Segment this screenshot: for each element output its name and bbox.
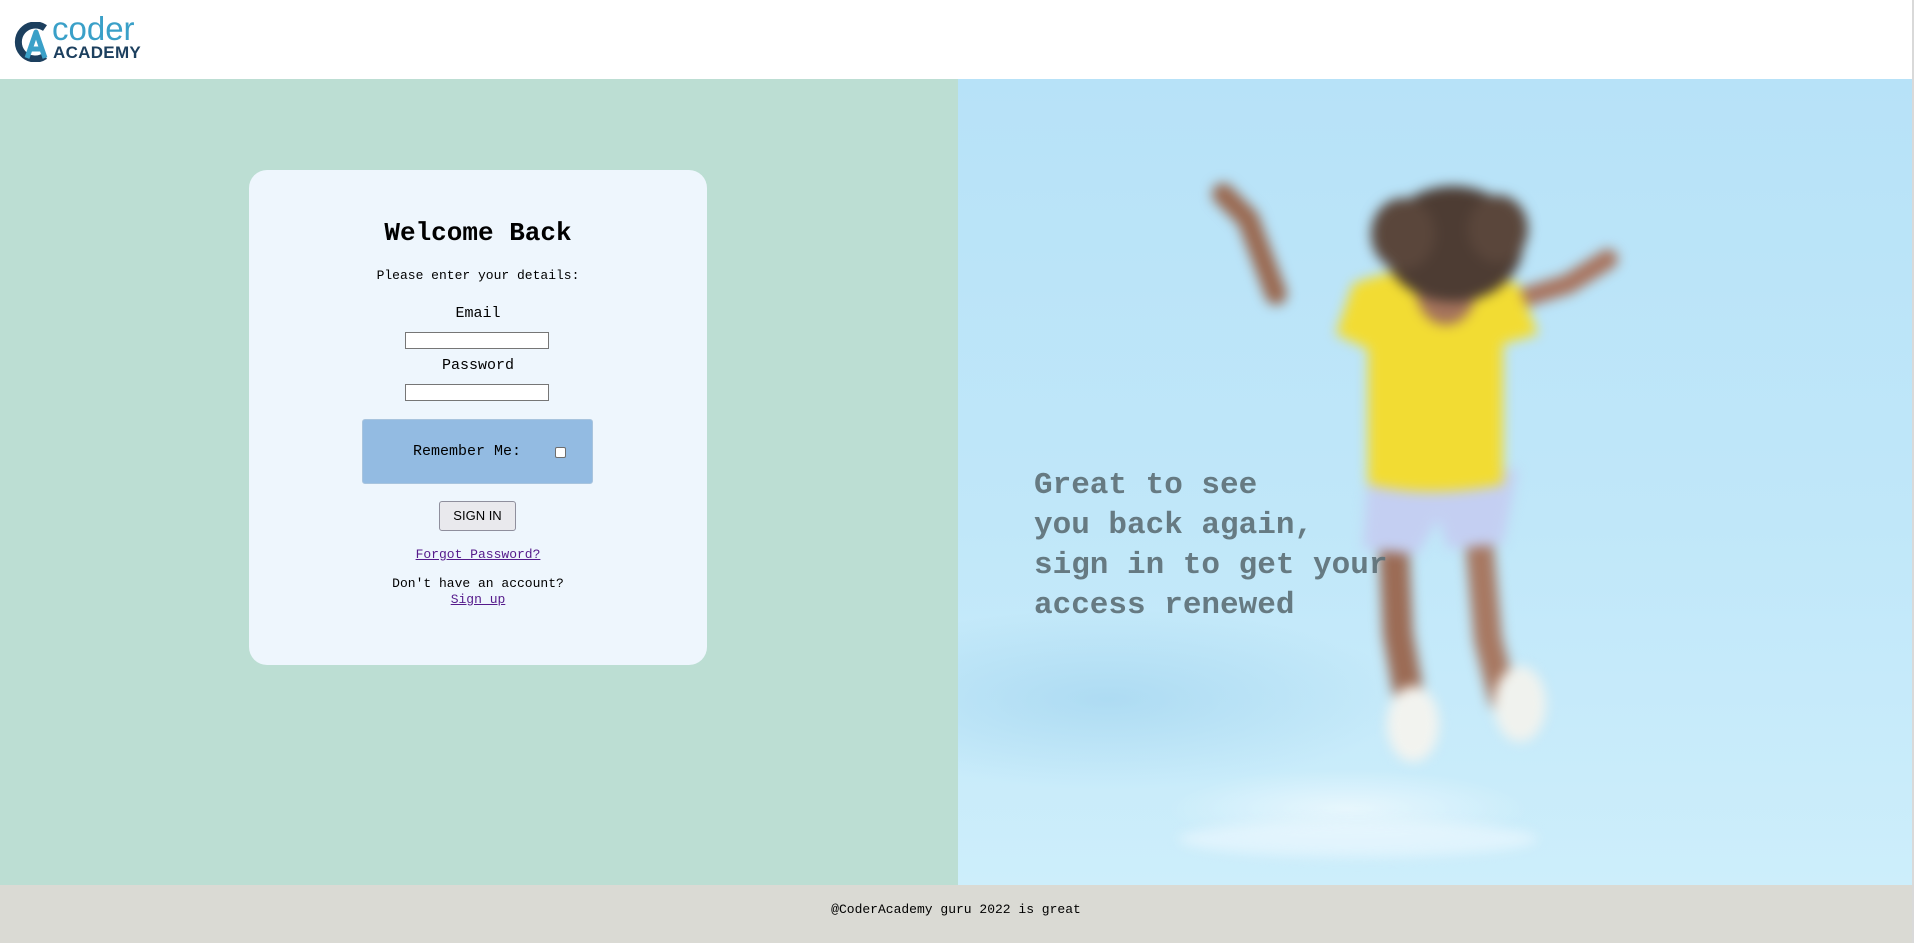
- no-account-text: Don't have an account?: [392, 576, 564, 591]
- password-field[interactable]: [405, 384, 549, 401]
- hero-tagline-line-4: access renewed: [1034, 588, 1295, 623]
- forgot-password-link[interactable]: Forgot Password?: [249, 547, 707, 562]
- remember-me-label: Remember Me:: [413, 443, 522, 460]
- hero-tagline-line-2: you back again,: [1034, 508, 1314, 543]
- email-field[interactable]: [405, 332, 549, 349]
- hero-tagline-line-3: sign in to get your: [1034, 548, 1388, 583]
- login-subtitle: Please enter your details:: [376, 268, 580, 283]
- footer-text: @CoderAcademy guru 2022 is great: [831, 902, 1081, 917]
- site-header: coder ACADEMY: [0, 0, 1914, 79]
- logo-word-coder: coder: [52, 10, 135, 47]
- hero-tagline-line-1: Great to see: [1034, 468, 1258, 503]
- sign-up-link: Sign up: [249, 592, 707, 607]
- coder-academy-logo[interactable]: coder ACADEMY: [14, 10, 154, 62]
- hero-tagline: Great to see you back again, sign in to …: [1034, 466, 1474, 626]
- remember-me-box: Remember Me:: [362, 419, 593, 484]
- password-label: Password: [441, 357, 514, 374]
- sign-up-link-text[interactable]: Sign up: [451, 592, 506, 607]
- logo-word-academy: ACADEMY: [53, 43, 142, 62]
- sign-in-button[interactable]: SIGN IN: [439, 501, 516, 531]
- remember-me-checkbox[interactable]: [555, 447, 566, 458]
- logo-mark-icon: [14, 22, 48, 62]
- email-label: Email: [455, 305, 501, 322]
- site-footer: @CoderAcademy guru 2022 is great: [0, 885, 1912, 943]
- login-card: Welcome Back Please enter your details: …: [249, 170, 707, 665]
- login-title: Welcome Back: [384, 218, 572, 248]
